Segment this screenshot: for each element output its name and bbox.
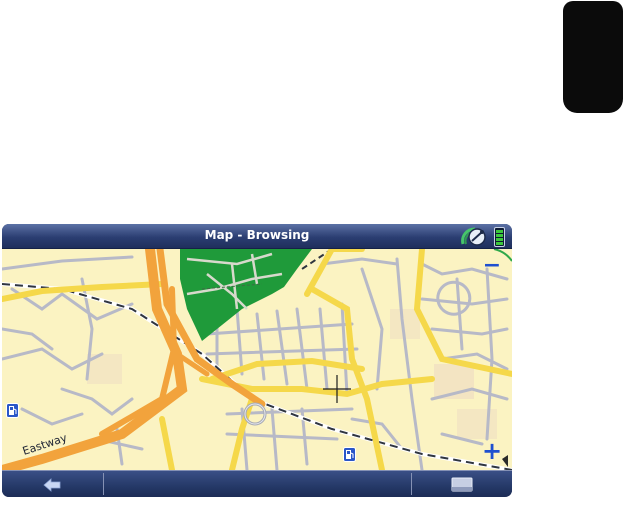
zoom-in-button[interactable]: + [481,439,503,463]
back-arrow-icon [43,478,61,492]
menu-icon [451,477,473,492]
status-field [104,471,410,497]
title-bar: Map - Browsing [2,224,512,249]
navigation-screen: Map - Browsing Eastway − + [2,224,512,497]
satellite-dish-icon[interactable] [460,225,492,247]
fuel-station-icon[interactable] [6,403,19,418]
map-view[interactable]: Eastway − + [2,249,512,470]
back-button[interactable] [2,471,102,497]
battery-icon [494,227,505,247]
zoom-out-button[interactable]: − [481,255,503,277]
fuel-station-icon[interactable] [343,447,356,462]
page-title: Map - Browsing [204,228,310,242]
map-canvas[interactable]: Eastway [2,249,512,470]
bottom-toolbar [2,470,512,497]
menu-button[interactable] [412,471,512,497]
page-edge-tab [563,1,623,113]
